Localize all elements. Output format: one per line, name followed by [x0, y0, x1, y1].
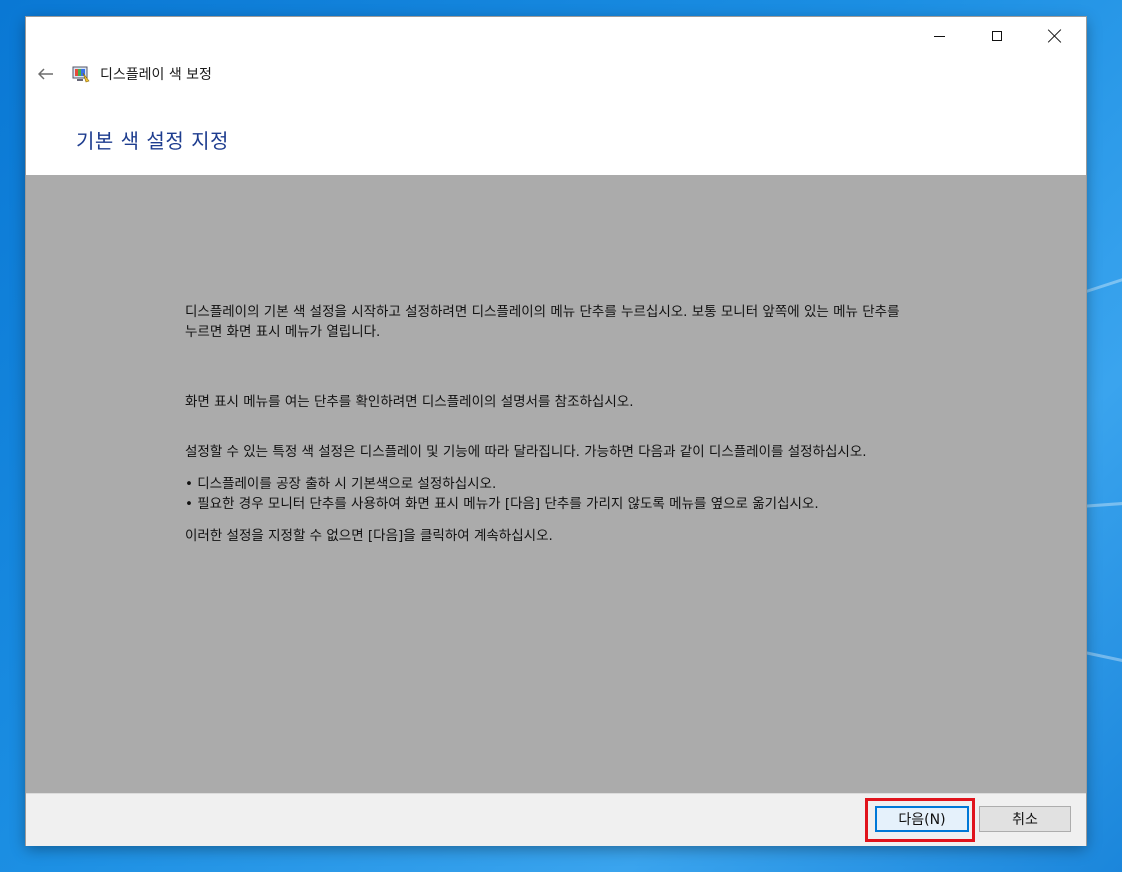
- list-item: • 필요한 경우 모니터 단추를 사용하여 화면 표시 메뉴가 [다음] 단추를…: [185, 496, 819, 512]
- maximize-button[interactable]: [968, 17, 1026, 55]
- wallpaper-light-ray: [1079, 650, 1122, 670]
- calibration-window: 디스플레이 색 보정 기본 색 설정 지정 디스플레이의 기본 색 설정을 시작…: [26, 17, 1086, 846]
- button-bar: 다음(N) 취소: [26, 793, 1086, 846]
- title-bar[interactable]: [26, 17, 1086, 55]
- minimize-button[interactable]: [910, 17, 968, 55]
- back-button[interactable]: [34, 61, 58, 87]
- app-title: 디스플레이 색 보정: [100, 67, 212, 83]
- list-item: • 디스플레이를 공장 출하 시 기본색으로 설정하십시오.: [185, 476, 497, 492]
- back-arrow-icon: [38, 68, 53, 80]
- display-color-calibration-icon: [72, 66, 90, 83]
- close-icon: [1048, 29, 1062, 43]
- instruction-text: 디스플레이의 기본 색 설정을 시작하고 설정하려면 디스플레이의 메뉴 단추를…: [185, 302, 910, 546]
- next-button[interactable]: 다음(N): [875, 806, 969, 832]
- minimize-icon: [933, 35, 945, 37]
- instruction-paragraph-menu-button: 디스플레이의 기본 색 설정을 시작하고 설정하려면 디스플레이의 메뉴 단추를…: [185, 304, 900, 340]
- page-title: 기본 색 설정 지정: [76, 129, 229, 153]
- cancel-button[interactable]: 취소: [979, 806, 1071, 832]
- instruction-paragraph-settings: 설정할 수 있는 특정 색 설정은 디스플레이 및 기능에 따라 달라집니다. …: [185, 444, 867, 460]
- maximize-icon: [992, 31, 1002, 41]
- instruction-bullet-list: • 디스플레이를 공장 출하 시 기본색으로 설정하십시오. • 필요한 경우 …: [185, 474, 910, 514]
- navigation-row: 디스플레이 색 보정: [26, 61, 626, 87]
- instruction-paragraph-continue: 이러한 설정을 지정할 수 없으면 [다음]을 클릭하여 계속하십시오.: [185, 528, 553, 544]
- instruction-paragraph-manual: 화면 표시 메뉴를 여는 단추를 확인하려면 디스플레이의 설명서를 참조하십시…: [185, 394, 634, 410]
- instruction-panel: 디스플레이의 기본 색 설정을 시작하고 설정하려면 디스플레이의 메뉴 단추를…: [26, 175, 1086, 793]
- wallpaper-light-ray: [1079, 499, 1122, 508]
- close-button[interactable]: [1026, 17, 1084, 55]
